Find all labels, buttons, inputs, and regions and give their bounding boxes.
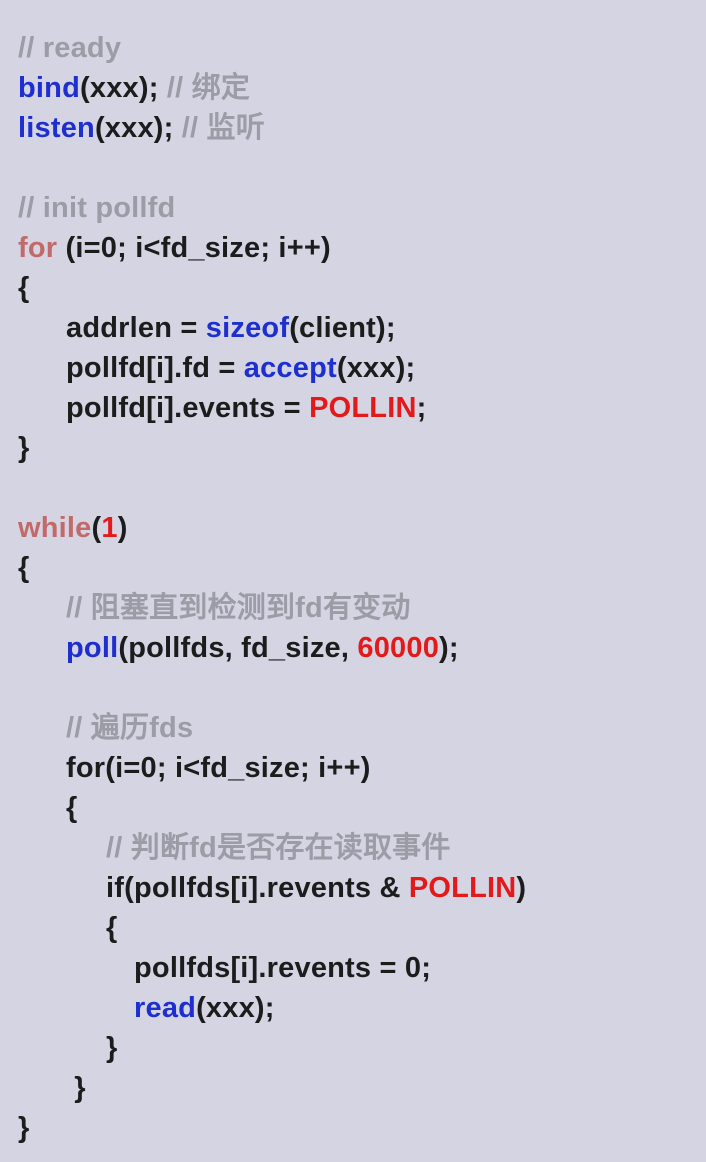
code-line: read(xxx); — [134, 988, 275, 1028]
code-line: listen(xxx); // 监听 — [18, 108, 265, 148]
code-token-kw: for — [18, 232, 58, 264]
code-token-plain: (i=0; i<fd_size; i++) — [57, 232, 331, 264]
code-token-plain: ( — [91, 512, 102, 544]
code-token-plain: { — [18, 272, 30, 304]
code-line: poll(pollfds, fd_size, 60000); — [66, 628, 459, 668]
code-line: // 遍历fds — [66, 708, 193, 748]
code-line: { — [18, 268, 30, 308]
code-token-call: read — [134, 992, 197, 1024]
code-token-red: POLLIN — [408, 872, 517, 904]
code-token-plain: ); — [439, 632, 459, 664]
code-token-comment: // 阻塞直到检测到fd有变动 — [66, 592, 411, 624]
code-token-plain: } — [18, 1112, 30, 1144]
code-line: } — [18, 1108, 30, 1148]
code-token-red: POLLIN — [309, 392, 417, 424]
code-line: pollfd[i].events = POLLIN; — [66, 388, 426, 428]
code-line: // 阻塞直到检测到fd有变动 — [66, 588, 411, 628]
code-line: // ready — [18, 28, 121, 68]
code-token-plain: } — [18, 432, 30, 464]
code-token-call: sizeof — [205, 312, 290, 344]
code-line: for (i=0; i<fd_size; i++) — [18, 228, 331, 268]
code-line: { — [18, 548, 30, 588]
code-line: pollfds[i].revents = 0; — [134, 948, 431, 988]
code-line: if(pollfds[i].revents & POLLIN) — [106, 868, 526, 908]
code-token-call: accept — [243, 352, 337, 384]
code-token-plain: pollfd[i].fd = — [66, 352, 244, 384]
code-token-plain: { — [18, 552, 30, 584]
code-token-plain: { — [106, 912, 118, 944]
code-token-comment: // init pollfd — [18, 192, 176, 224]
code-line: for(i=0; i<fd_size; i++) — [66, 748, 371, 788]
code-token-plain: (pollfds, fd_size, — [118, 632, 358, 664]
code-token-call: listen — [18, 112, 95, 144]
code-token-plain: pollfds[i].revents = 0; — [134, 952, 432, 984]
code-line: { — [106, 908, 118, 948]
code-line: pollfd[i].fd = accept(xxx); — [66, 348, 415, 388]
code-line: } — [106, 1028, 118, 1068]
code-line: addrlen = sizeof(client); — [66, 308, 396, 348]
code-token-red: 60000 — [357, 632, 440, 664]
code-token-plain: (xxx); — [196, 992, 275, 1024]
code-token-plain: (xxx); — [80, 72, 167, 104]
code-token-plain: (xxx); — [336, 352, 416, 384]
code-line: while(1) — [18, 508, 128, 548]
code-token-kw: while — [18, 512, 92, 544]
code-slide: // ready bind(xxx); // 绑定 listen(xxx); // … — [0, 0, 706, 1162]
code-token-call: poll — [66, 632, 119, 664]
code-token-red: 1 — [101, 512, 118, 544]
code-line: bind(xxx); // 绑定 — [18, 68, 250, 108]
code-token-plain: (xxx); — [94, 112, 182, 144]
code-token-comment: // 监听 — [181, 112, 265, 144]
code-token-plain: { — [66, 792, 78, 824]
code-line: // 判断fd是否存在读取事件 — [106, 828, 451, 868]
code-token-plain: ; — [416, 392, 427, 424]
code-token-plain: for(i=0; i<fd_size; i++) — [66, 752, 371, 784]
code-token-comment: // 绑定 — [166, 72, 251, 104]
code-line: } — [66, 1068, 86, 1108]
code-line: } — [18, 428, 30, 468]
code-token-plain: ) — [117, 512, 128, 544]
code-token-comment: // 判断fd是否存在读取事件 — [106, 832, 451, 864]
code-token-plain: } — [66, 1072, 86, 1104]
code-line: // init pollfd — [18, 188, 175, 228]
code-line: { — [66, 788, 78, 828]
code-token-plain: (client); — [289, 312, 396, 344]
code-token-plain: if(pollfds[i].revents & — [106, 872, 409, 904]
code-token-plain: ) — [516, 872, 527, 904]
code-token-plain: pollfd[i].events = — [66, 392, 310, 424]
code-token-plain: addrlen = — [66, 312, 206, 344]
code-token-comment: // 遍历fds — [66, 712, 194, 744]
code-token-plain: } — [106, 1032, 118, 1064]
code-token-call: bind — [18, 72, 81, 104]
code-token-comment: // ready — [18, 32, 122, 64]
